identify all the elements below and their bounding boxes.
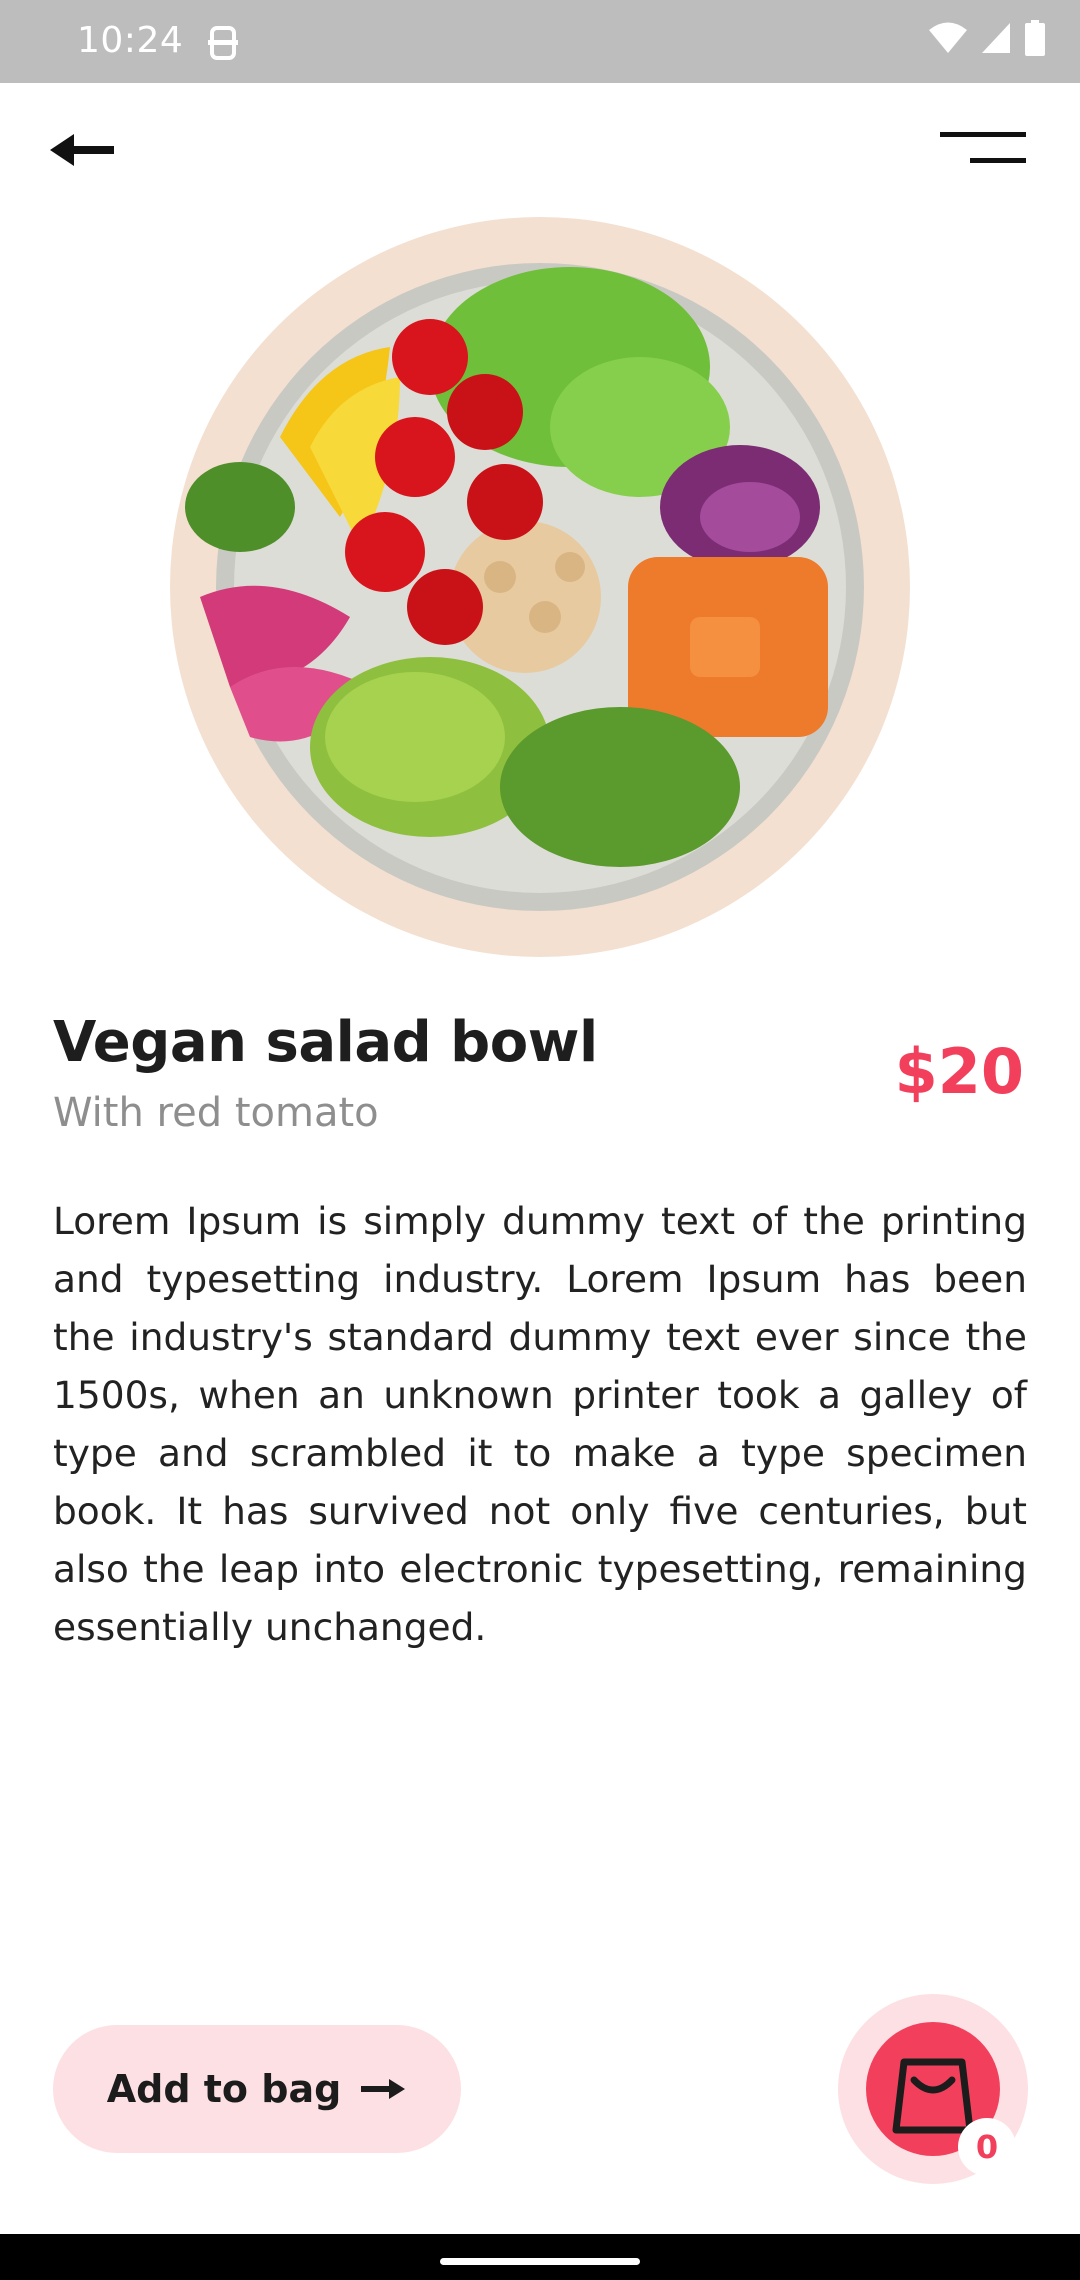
home-handle[interactable] [440,2258,640,2265]
salad-bowl-illustration [185,263,864,911]
product-subtitle: With red tomato [53,1090,379,1136]
product-description: Lorem Ipsum is simply dummy text of the … [53,1199,1027,1649]
notification-icon [208,26,238,60]
navigation-bar [0,2234,1080,2280]
menu-icon[interactable] [936,128,1030,172]
status-bar: 10:24 [0,0,1080,83]
add-to-bag-button[interactable]: Add to bag [53,2025,461,2153]
bag-count-badge: 0 [958,2118,1016,2176]
add-to-bag-label: Add to bag [106,2067,342,2111]
shopping-bag-button[interactable]: 0 [838,1994,1028,2184]
status-time: 10:24 [77,20,184,61]
wifi-icon [929,22,967,53]
shopping-bag-circle: 0 [866,2022,1016,2176]
battery-icon [1025,20,1045,56]
arrow-right-icon [361,2079,406,2099]
arrow-left-icon[interactable] [46,126,122,174]
product-image [170,217,910,957]
signal-icon [982,23,1010,53]
product-title: Vegan salad bowl [53,1010,598,1075]
product-price: $20 [894,1035,1024,1108]
status-icons [928,20,1046,56]
